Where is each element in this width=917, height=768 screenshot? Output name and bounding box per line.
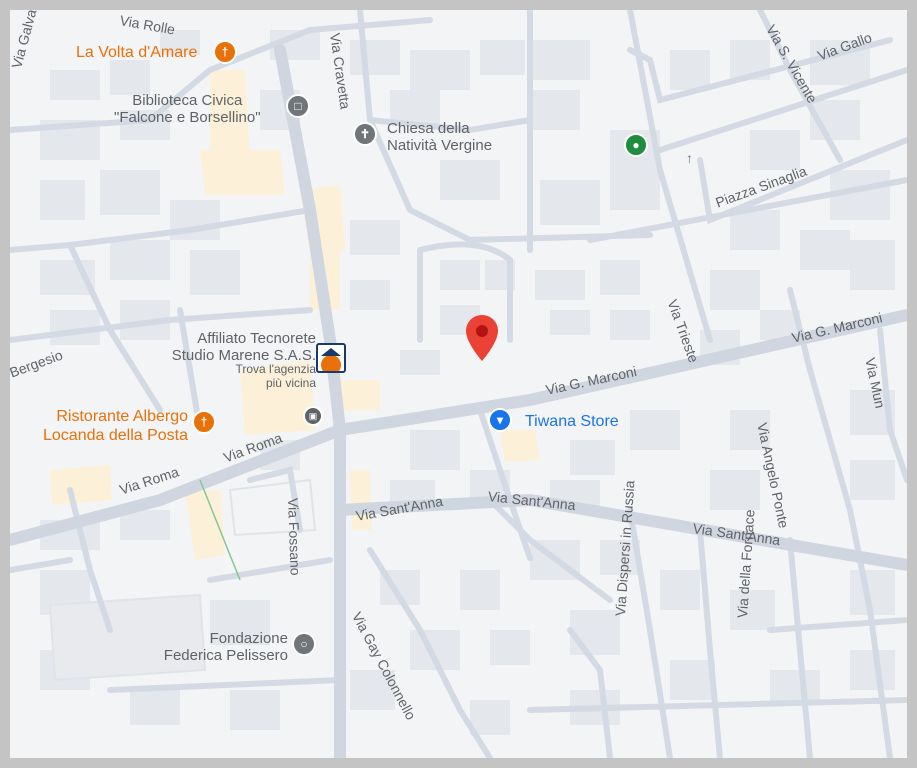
poi-line: Natività Vergine xyxy=(387,137,493,154)
poi-line: Biblioteca Civica xyxy=(132,92,243,109)
dot-icon[interactable]: ○ xyxy=(292,632,316,656)
poi-line: Fondazione xyxy=(209,630,288,647)
poi-label-affiliato[interactable]: Affiliato Tecnorete Studio Marene S.A.S. xyxy=(150,330,316,364)
poi-label-chiesa[interactable]: Chiesa della Natività Vergine xyxy=(387,120,492,154)
poi-label-ristorante[interactable]: Ristorante Albergo Locanda della Posta xyxy=(28,407,188,445)
bus-icon[interactable]: ▣ xyxy=(303,406,323,426)
poi-label-tiwana[interactable]: Tiwana Store xyxy=(525,413,619,430)
street-label: Via Fossano xyxy=(285,497,304,576)
poi-sublabel-affiliato: Trova l'agenzia più vicina xyxy=(210,362,316,390)
fork-knife-icon[interactable]: † xyxy=(213,40,237,64)
fork-knife-icon[interactable]: † xyxy=(192,410,216,434)
tecnorete-logo-icon[interactable] xyxy=(316,343,346,373)
park-icon[interactable]: ● xyxy=(624,133,648,157)
poi-line: Ristorante Albergo xyxy=(56,408,188,425)
cart-icon[interactable]: ▾ xyxy=(488,408,512,432)
book-icon[interactable]: □ xyxy=(286,94,310,118)
poi-line: "Falcone e Borsellino" xyxy=(114,109,261,126)
map-canvas[interactable]: Via Rolle Via Galva Via Cravetta Via S. … xyxy=(10,10,907,758)
poi-label-volta[interactable]: La Volta d'Amare xyxy=(76,44,197,61)
map-pin[interactable] xyxy=(466,315,498,361)
poi-label-biblioteca[interactable]: Biblioteca Civica "Falcone e Borsellino" xyxy=(114,92,261,126)
cross-icon[interactable]: ✝ xyxy=(353,122,377,146)
poi-label-fondazione[interactable]: Fondazione Federica Pelissero xyxy=(138,630,288,664)
poi-line: Locanda della Posta xyxy=(43,427,188,444)
poi-line: Trova l'agenzia xyxy=(235,362,316,376)
poi-line: Chiesa della xyxy=(387,120,470,137)
poi-line: Affiliato Tecnorete xyxy=(197,330,316,347)
arrow-icon: ↑ xyxy=(686,150,693,166)
poi-line: Federica Pelissero xyxy=(163,647,288,664)
poi-line: più vicina xyxy=(265,376,316,390)
